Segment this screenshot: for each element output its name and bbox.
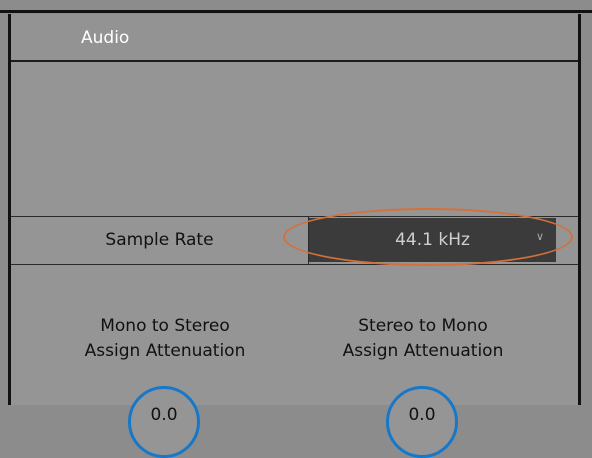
window-right-border [578,14,592,405]
sample-rate-row: Sample Rate 44.1 kHz ∨ [11,216,578,265]
mono-to-stereo-value: 0.0 [150,405,178,425]
chevron-down-icon: ∨ [535,230,545,243]
panel-title: Audio [81,28,130,48]
sample-rate-select[interactable]: 44.1 kHz ∨ [309,218,556,262]
mono-to-stereo-label-line1: Mono to Stereo [100,316,230,336]
sample-rate-value: 44.1 kHz [395,230,470,250]
window-left-border [0,14,11,405]
audio-panel: Audio Sample Rate 44.1 kHz ∨ Mono to Ste… [11,14,578,458]
panel-header: Audio [11,14,578,62]
stereo-to-mono-label: Stereo to Mono Assign Attenuation [313,314,533,364]
mono-to-stereo-knob[interactable]: 0.0 [128,386,200,458]
stereo-to-mono-knob[interactable]: 0.0 [386,386,458,458]
stereo-to-mono-label-line2: Assign Attenuation [342,341,504,361]
stereo-to-mono-value: 0.0 [408,405,436,425]
stereo-to-mono-label-line1: Stereo to Mono [358,316,488,336]
mono-to-stereo-label-line2: Assign Attenuation [84,341,246,361]
mono-to-stereo-label: Mono to Stereo Assign Attenuation [55,314,275,364]
window-top-border [0,0,592,14]
sample-rate-label: Sample Rate [11,217,309,264]
